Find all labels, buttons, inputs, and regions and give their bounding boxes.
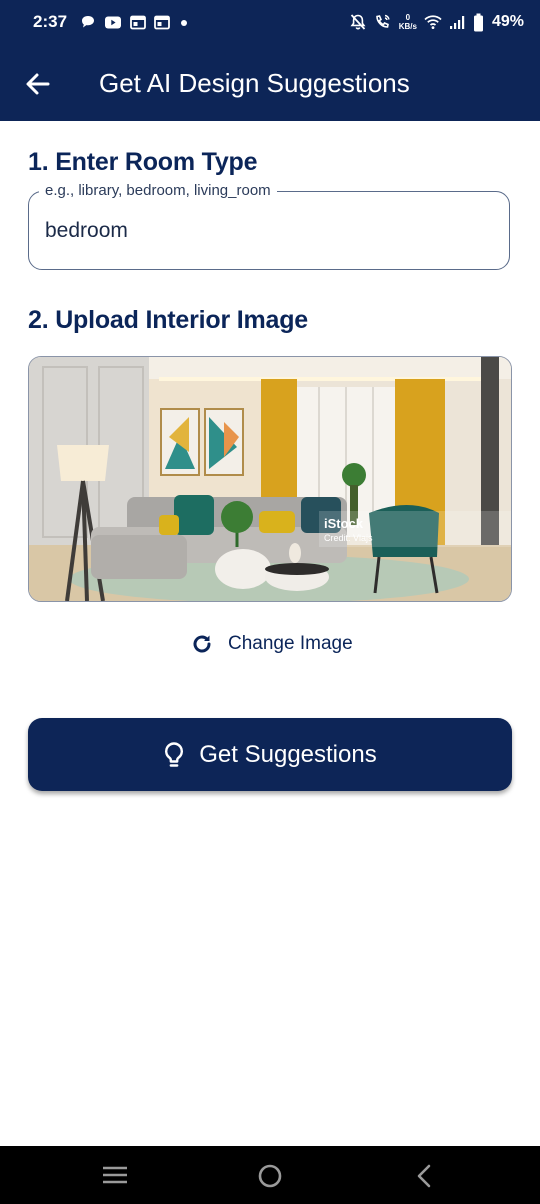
system-nav-bar [0, 1146, 540, 1204]
network-speed: 0 KB/s [399, 13, 417, 31]
watermark-credit: Credit: Vlajs [324, 533, 373, 543]
wifi-icon [424, 15, 442, 29]
page-title: Get AI Design Suggestions [99, 68, 410, 98]
change-image-label: Change Image [228, 633, 353, 654]
interior-image-preview[interactable]: iStock Credit: Vlajs [28, 356, 512, 602]
dot-icon [181, 19, 187, 26]
watermark-brand: iStock [324, 516, 364, 531]
get-suggestions-label: Get Suggestions [199, 740, 377, 768]
battery-percent: 49% [491, 13, 524, 30]
calendar-icon [154, 15, 170, 29]
refresh-icon [193, 635, 211, 653]
mute-bell-icon [350, 14, 366, 30]
recent-apps-icon[interactable] [102, 1165, 128, 1185]
youtube-icon [105, 16, 121, 28]
wifi-call-icon [375, 14, 390, 28]
network-speed-value: 0 [405, 13, 411, 22]
back-icon[interactable] [414, 1163, 434, 1189]
room-type-field[interactable]: e.g., library, bedroom, living_room [28, 182, 510, 270]
home-icon[interactable] [257, 1163, 283, 1189]
room-type-label: e.g., library, bedroom, living_room [39, 182, 277, 199]
chat-bubble-icon [82, 16, 94, 28]
back-arrow-icon[interactable] [22, 68, 54, 100]
status-time: 2:37 [33, 12, 68, 31]
lightbulb-icon [165, 741, 184, 767]
room-type-input[interactable] [45, 219, 485, 243]
upload-heading: 2. Upload Interior Image [28, 306, 308, 334]
signal-icon [449, 16, 465, 29]
network-speed-unit: KB/s [398, 22, 417, 31]
room-type-heading: 1. Enter Room Type [28, 148, 258, 176]
battery-icon [473, 13, 483, 31]
change-image-button[interactable]: Change Image [190, 629, 353, 659]
status-bar: 2:37 0 KB/s 49% [0, 0, 540, 44]
calendar-icon [130, 15, 146, 29]
notification-icons [80, 13, 190, 31]
get-suggestions-button[interactable]: Get Suggestions [28, 718, 512, 791]
interior-image: iStock Credit: Vlajs [29, 357, 511, 601]
app-bar: Get AI Design Suggestions [0, 44, 540, 121]
system-icons: 0 KB/s 49% [349, 11, 524, 33]
